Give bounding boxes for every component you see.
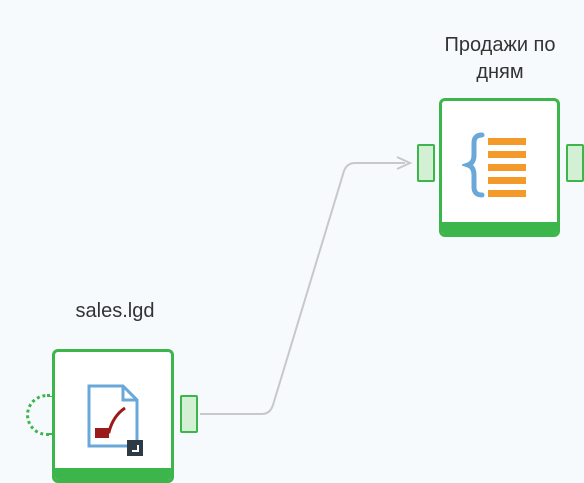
node-reader[interactable] (52, 349, 174, 483)
aggregate-list-icon (462, 132, 526, 198)
node-aggregate[interactable] (439, 98, 560, 237)
file-reader-icon (87, 384, 143, 456)
node-title-aggregate: Продажи по дням (412, 32, 584, 86)
node-title-line1: Продажи по (444, 34, 556, 56)
node-title-line2: дням (476, 61, 524, 83)
node-title-reader: sales.lgd (75, 300, 155, 322)
node-status-bar (442, 222, 557, 234)
output-port-reader[interactable] (180, 395, 198, 433)
input-port-aggregate[interactable] (417, 144, 435, 182)
node-status-bar (55, 468, 171, 480)
workflow-canvas[interactable]: Продажи по дням sales.lgd (0, 0, 584, 483)
output-port-aggregate[interactable] (566, 144, 584, 182)
